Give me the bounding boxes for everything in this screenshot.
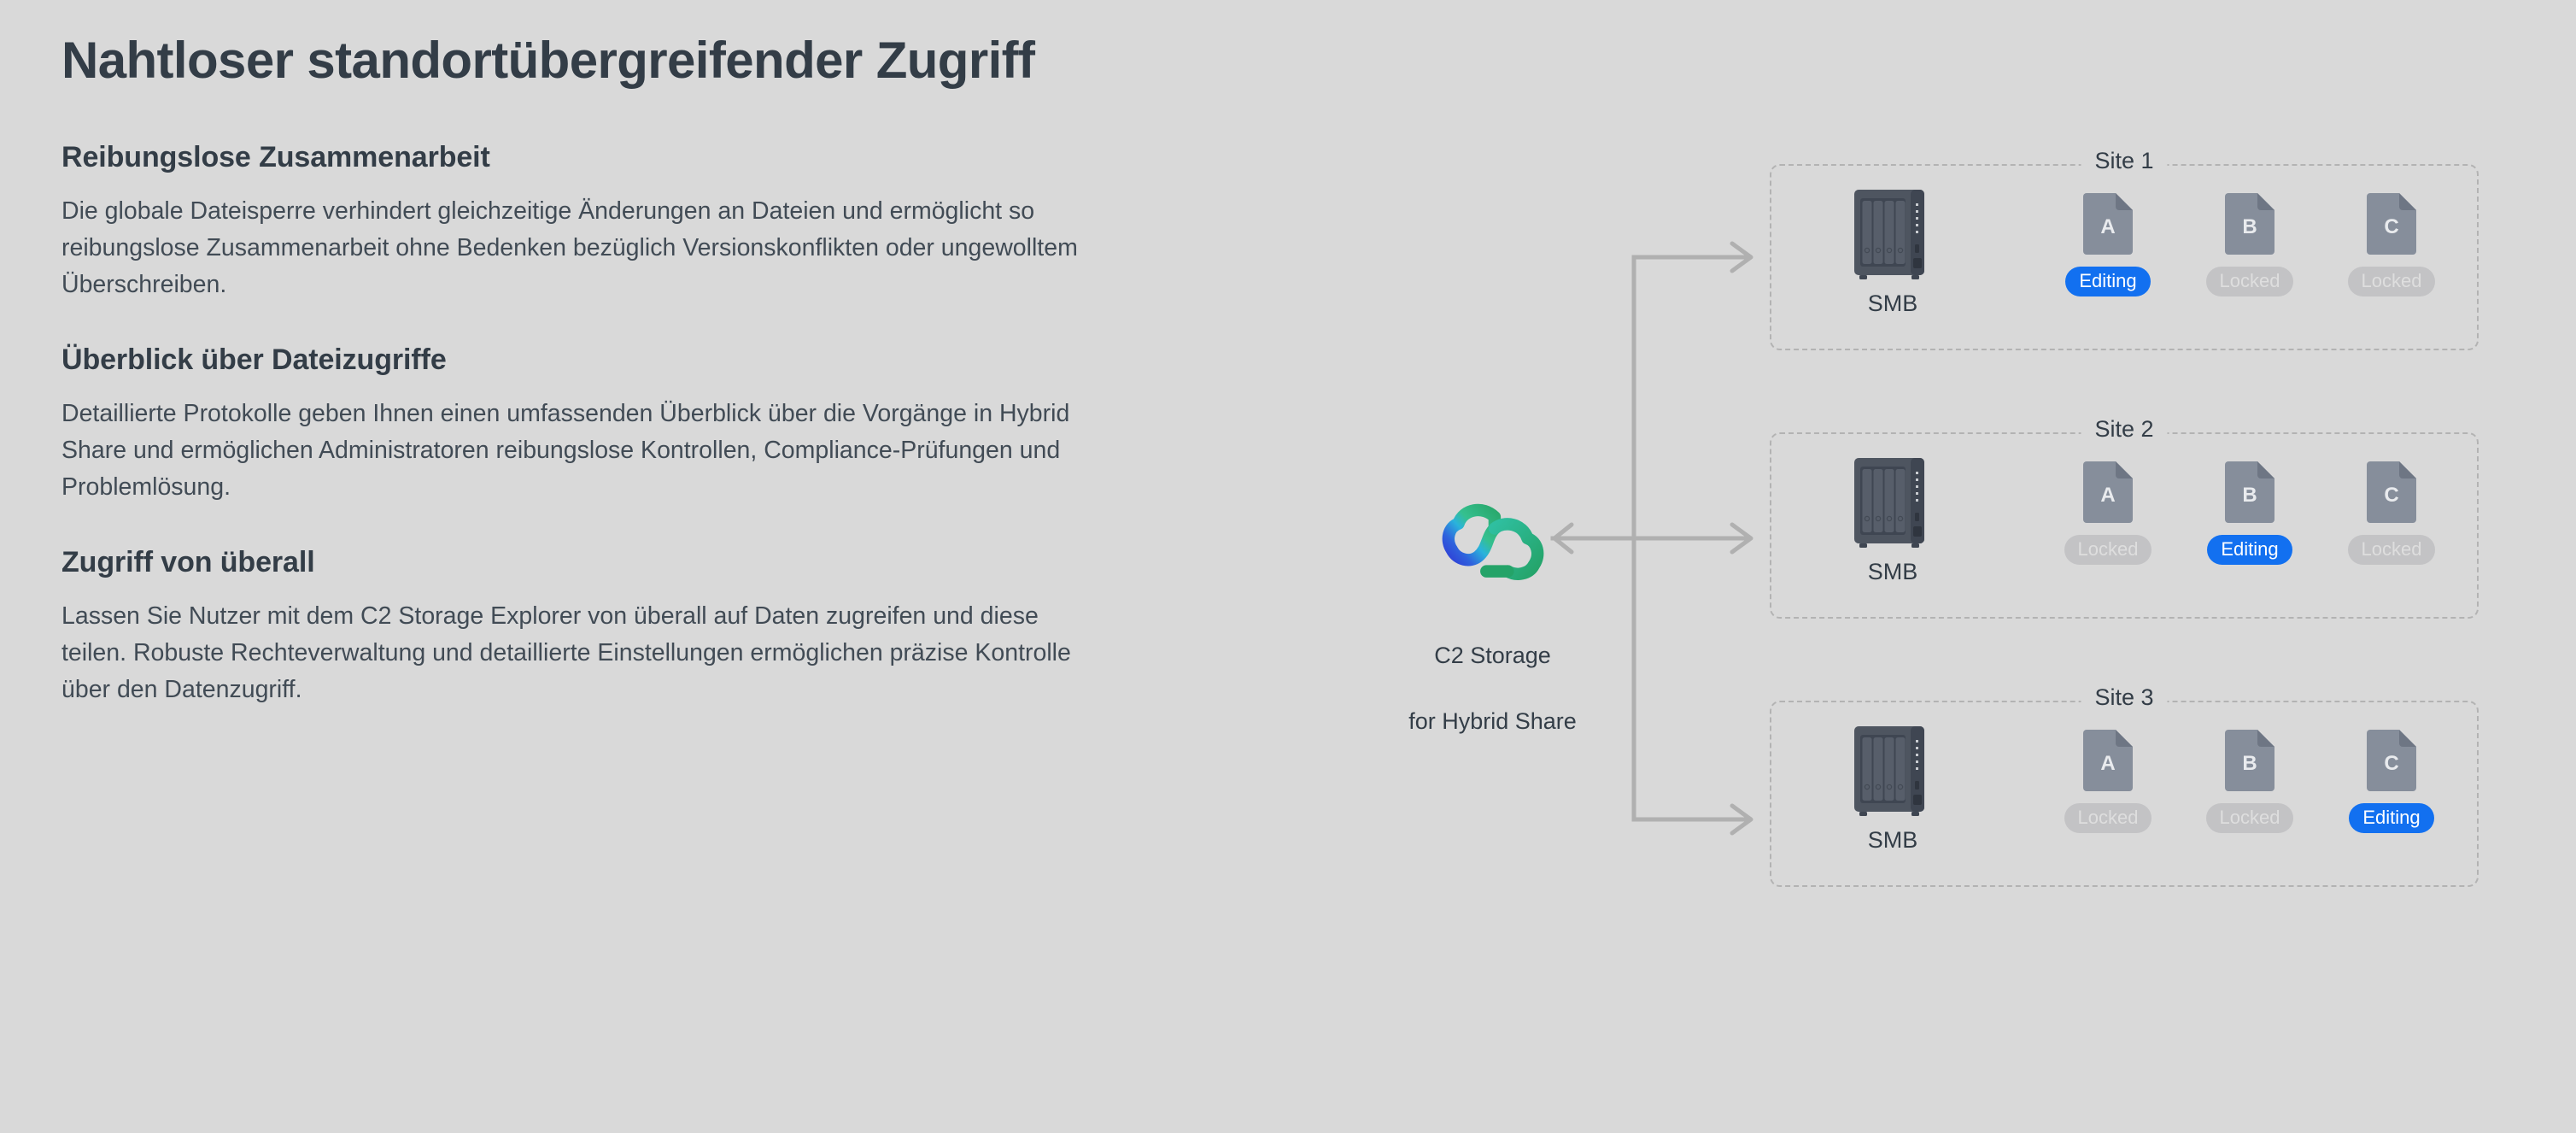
feature-section-3: Zugriff von überall Lassen Sie Nutzer mi… [61, 546, 1196, 709]
file-name-label: C [2384, 752, 2399, 775]
section-body: Lassen Sie Nutzer mit dem C2 Storage Exp… [61, 602, 1071, 704]
section-body: Detaillierte Protokolle geben Ihnen eine… [61, 399, 1070, 502]
section-heading: Zugriff von überall [61, 545, 315, 578]
text-column: Nahtloser standortübergreifender Zugriff… [0, 0, 1196, 1133]
nas-node: SMB [1816, 721, 1970, 852]
file-item: C Editing [2337, 730, 2446, 833]
file-name-label: B [2242, 752, 2257, 775]
c2-storage-node: C2 Storage for Hybrid Share [1367, 496, 1619, 737]
file-item: A Editing [2053, 193, 2163, 296]
file-status-badge: Locked [2205, 267, 2294, 296]
nas-protocol-label: SMB [1867, 559, 1918, 584]
file-status-badge: Locked [2064, 803, 2152, 833]
page-title: Nahtloser standortübergreifender Zugriff [61, 32, 1035, 89]
file-list: A Editing B Locked C Locked [2053, 193, 2446, 296]
nas-device-icon [1854, 458, 1924, 548]
section-heading: Reibungslose Zusammenarbeit [61, 140, 490, 173]
file-name-label: C [2384, 215, 2399, 238]
file-list: A Locked B Editing C Locked [2053, 461, 2446, 565]
cloud-label-line-1: C2 Storage [1434, 643, 1551, 669]
file-name-label: B [2242, 215, 2257, 238]
file-name-label: A [2100, 484, 2116, 507]
file-status-badge: Locked [2347, 267, 2436, 296]
feature-section-2: Überblick über Dateizugriffe Detailliert… [61, 343, 1196, 507]
file-item: A Locked [2053, 730, 2163, 833]
file-status-badge: Locked [2205, 803, 2294, 833]
site-panel-2: Site 2 SMB A Locked B Editing C Locked [1770, 418, 2479, 619]
file-status-badge: Locked [2347, 535, 2436, 565]
cloud-label-line-2: for Hybrid Share [1408, 707, 1577, 734]
file-name-label: B [2242, 484, 2257, 507]
nas-node: SMB [1816, 453, 1970, 584]
file-item: C Locked [2337, 193, 2446, 296]
c2-storage-label: C2 Storage for Hybrid Share [1367, 607, 1619, 737]
file-list: A Locked B Locked C Editing [2053, 730, 2446, 833]
file-status-badge: Locked [2064, 535, 2152, 565]
nas-device-icon [1854, 190, 1924, 279]
file-item: B Editing [2195, 461, 2304, 565]
page-root: Nahtloser standortübergreifender Zugriff… [0, 0, 2576, 1133]
file-name-label: A [2100, 215, 2116, 238]
file-status-badge: Editing [2207, 535, 2292, 565]
section-body: Die globale Dateisperre verhindert gleic… [61, 197, 1078, 299]
section-heading: Überblick über Dateizugriffe [61, 343, 447, 376]
file-item: A Locked [2053, 461, 2163, 565]
site-panel-1: Site 1 SMB A Editing B Locked C Locked [1770, 150, 2479, 350]
nas-protocol-label: SMB [1867, 827, 1918, 853]
file-status-badge: Editing [2065, 267, 2151, 296]
file-name-label: C [2384, 484, 2399, 507]
feature-section-1: Reibungslose Zusammenarbeit Die globale … [61, 141, 1196, 304]
file-name-label: A [2100, 752, 2116, 775]
file-status-badge: Editing [2349, 803, 2434, 833]
file-item: B Locked [2195, 193, 2304, 296]
file-item: B Locked [2195, 730, 2304, 833]
nas-node: SMB [1816, 185, 1970, 315]
nas-device-icon [1854, 726, 1924, 816]
c2-cloud-logo-icon [1442, 503, 1543, 580]
nas-protocol-label: SMB [1867, 291, 1918, 316]
file-item: C Locked [2337, 461, 2446, 565]
architecture-diagram: C2 Storage for Hybrid Share Site 1 SMB A… [1196, 0, 2576, 1133]
site-panel-3: Site 3 SMB A Locked B Locked C Editing [1770, 686, 2479, 887]
